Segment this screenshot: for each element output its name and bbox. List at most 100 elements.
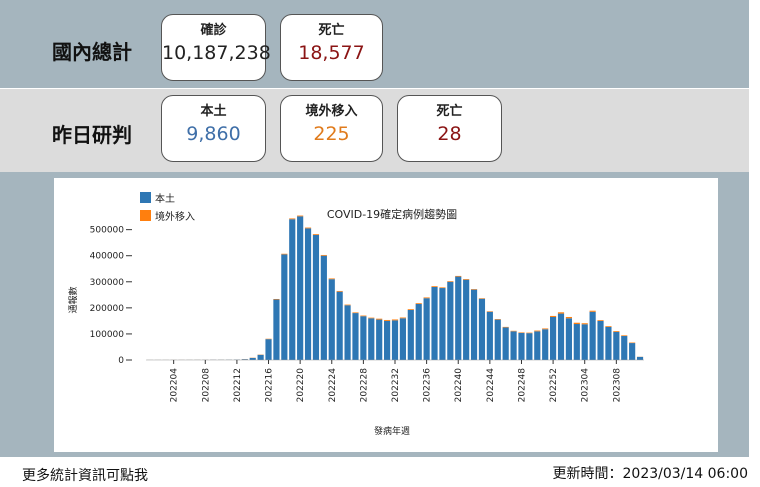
bar-local — [439, 288, 446, 360]
bar-imported — [510, 330, 517, 332]
bar-local — [391, 320, 399, 360]
bar-imported — [384, 319, 391, 321]
bar-local — [368, 318, 375, 360]
bar-local — [636, 356, 644, 360]
bar-local — [415, 303, 422, 360]
x-tick-label: 202252 — [549, 368, 559, 402]
bar-imported — [439, 287, 446, 289]
bar-imported — [605, 326, 612, 327]
bar-local — [565, 318, 572, 360]
chart-legend: 本土 境外移入 — [140, 192, 195, 223]
deaths-yesterday-card: 死亡 28 — [397, 95, 502, 162]
chart-container: 本土 境外移入 COVID-19確定病例趨勢圖 通報數 發病年週 0 100000… — [54, 178, 718, 452]
bar-imported — [415, 303, 422, 304]
bar-local — [518, 332, 525, 360]
deaths-total-label: 死亡 — [318, 23, 345, 38]
confirmed-value: 10,187,238 — [162, 42, 271, 64]
bar-local — [265, 339, 272, 360]
bar-local — [550, 316, 557, 360]
bar-imported — [352, 312, 359, 314]
bar-imported — [573, 322, 580, 325]
bar-local — [297, 216, 304, 360]
bar-local — [463, 279, 470, 360]
bar-local — [494, 319, 501, 360]
imported-label: 境外移入 — [305, 104, 358, 119]
x-axis: 202204 202208 202212 202216 202220 202224 2022… — [146, 359, 644, 403]
bar-imported — [360, 315, 367, 317]
x-tick-label: 202304 — [581, 368, 591, 403]
y-axis-label: 通報數 — [67, 286, 79, 313]
bar-local — [557, 313, 565, 360]
bar-imported — [589, 310, 596, 312]
legend-local-label: 本土 — [155, 192, 175, 205]
x-tick-label: 202208 — [201, 368, 211, 403]
deaths-total-value: 18,577 — [298, 42, 365, 64]
bar-imported — [550, 315, 557, 317]
national-total-title: 國內總計 — [52, 40, 132, 64]
updated-time: 更新時間：2023/03/14 06:00 — [552, 466, 749, 482]
y-tick-label: 300000 — [90, 278, 125, 288]
bar-imported — [526, 332, 533, 334]
bar-local — [352, 313, 359, 360]
deaths-total-card: 死亡 18,577 — [280, 14, 383, 81]
bars-group — [146, 215, 644, 360]
x-tick-label: 202220 — [296, 368, 306, 403]
bar-local — [360, 316, 367, 360]
bar-local — [257, 354, 264, 360]
bar-imported — [289, 218, 296, 220]
bar-local — [589, 311, 596, 360]
bar-imported — [494, 319, 501, 320]
bar-imported — [581, 323, 588, 325]
y-tick-label: 400000 — [90, 252, 125, 262]
bar-imported — [447, 281, 454, 282]
bar-local — [455, 276, 462, 360]
bar-local — [478, 298, 486, 360]
bar-local — [312, 234, 320, 360]
bar-local — [621, 336, 628, 360]
legend-imported-swatch — [140, 210, 151, 221]
bar-imported — [557, 312, 565, 314]
covid-trend-chart: 本土 境外移入 COVID-19確定病例趨勢圖 通報數 發病年週 0 100000… — [67, 192, 644, 437]
bar-imported — [281, 253, 288, 255]
bar-imported — [455, 275, 462, 277]
bar-local — [605, 326, 612, 360]
bar-local — [542, 329, 549, 360]
bar-imported — [478, 298, 486, 299]
bar-local — [304, 228, 312, 360]
bar-imported — [486, 311, 493, 312]
y-tick-label: 0 — [118, 356, 124, 366]
local-label: 本土 — [200, 104, 227, 119]
bar-local — [526, 333, 533, 360]
bar-local — [510, 331, 517, 360]
bar-imported — [423, 297, 430, 299]
bar-imported — [463, 279, 470, 280]
bar-local — [573, 324, 580, 360]
bar-imported — [502, 326, 509, 328]
bar-imported — [399, 317, 406, 319]
legend-local-swatch — [140, 192, 151, 203]
more-stats-link[interactable]: 更多統計資訊可點我 — [22, 465, 148, 485]
imported-card: 境外移入 225 — [280, 95, 383, 162]
bar-local — [502, 327, 509, 360]
bar-imported — [518, 332, 525, 333]
x-tick-label: 202244 — [486, 368, 496, 403]
x-tick-label: 202224 — [328, 368, 338, 403]
x-axis-label: 發病年週 — [374, 425, 410, 437]
bar-imported — [613, 331, 620, 332]
bar-local — [376, 319, 383, 360]
bar-local — [597, 320, 604, 360]
bar-imported — [629, 342, 636, 344]
bar-local — [470, 289, 478, 360]
bar-local — [336, 291, 343, 360]
bar-local — [613, 331, 620, 360]
confirmed-label: 確診 — [200, 23, 227, 38]
bar-imported — [304, 227, 312, 229]
bar-local — [399, 318, 406, 360]
yesterday-title: 昨日研判 — [52, 123, 132, 147]
x-tick-label: 202212 — [233, 368, 243, 402]
bar-local — [486, 311, 493, 360]
legend-imported-label: 境外移入 — [155, 210, 195, 223]
bar-imported — [273, 298, 280, 300]
x-tick-label: 202228 — [359, 368, 369, 403]
bar-imported — [431, 286, 438, 287]
